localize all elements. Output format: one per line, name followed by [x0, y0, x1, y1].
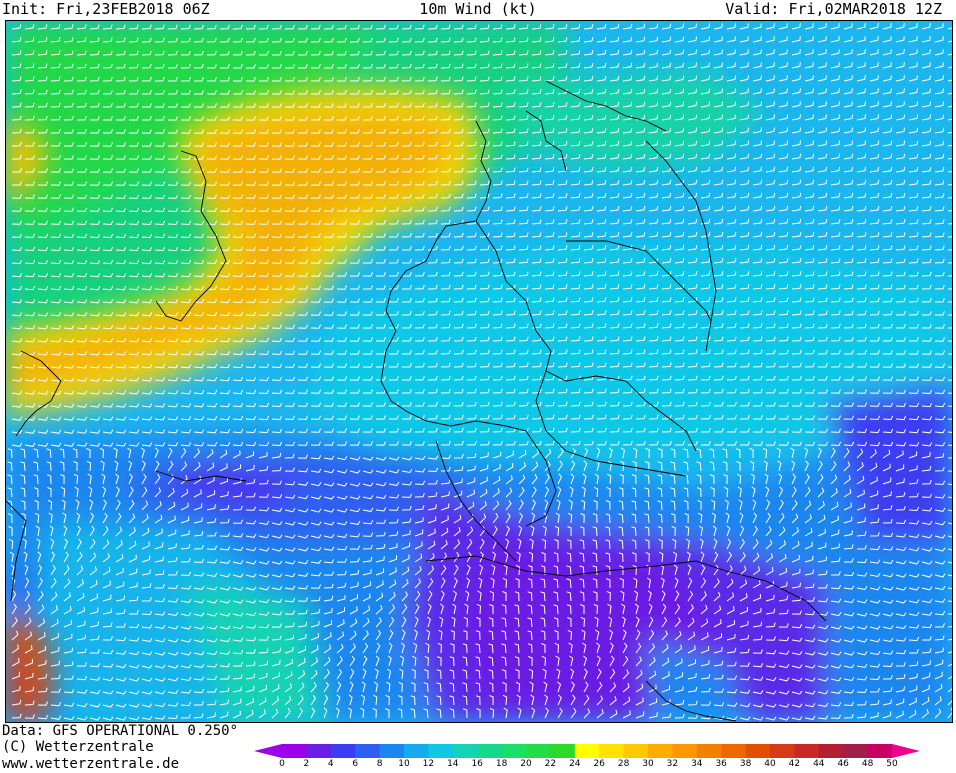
legend-tick-label: 28 — [617, 759, 630, 769]
valid-time-label: Valid: Fri,02MAR2018 12Z — [725, 0, 942, 18]
header-bar: Init: Fri,23FEB2018 06Z 10m Wind (kt) Va… — [0, 0, 956, 19]
legend-swatch — [648, 744, 673, 758]
legend-left-arrow — [254, 744, 282, 758]
legend-tick-label: 26 — [593, 759, 605, 769]
legend-tick-label: 24 — [569, 759, 581, 769]
legend-tick-label: 18 — [495, 759, 508, 769]
legend-swatch — [623, 744, 649, 758]
legend-swatch — [501, 744, 527, 758]
legend-swatch — [379, 744, 405, 758]
legend-swatch — [526, 744, 551, 758]
legend-tick-label: 44 — [813, 759, 825, 769]
legend-swatch — [306, 744, 332, 758]
legend-tick-label: 46 — [837, 759, 849, 769]
legend-tick-label: 2 — [303, 759, 310, 769]
legend-right-arrow — [892, 744, 920, 758]
legend-tick-label: 36 — [715, 759, 727, 769]
legend-tick-label: 42 — [788, 759, 801, 769]
legend-tick-label: 4 — [327, 759, 334, 769]
legend-tick-label: 12 — [422, 759, 435, 769]
legend-tick-label: 34 — [691, 759, 703, 769]
legend-swatch — [745, 744, 771, 758]
legend-swatch — [477, 744, 503, 758]
legend-tick-label: 48 — [861, 759, 874, 769]
copyright-label: (C) Wetterzentrale — [2, 739, 154, 755]
legend-swatch — [550, 744, 576, 758]
legend-swatch — [428, 744, 454, 758]
legend-swatch — [574, 744, 600, 758]
legend-swatch — [599, 744, 625, 758]
color-legend-bar — [254, 744, 920, 758]
legend-swatch — [818, 744, 844, 758]
wind-map — [5, 20, 953, 723]
legend-tick-label: 0 — [279, 759, 285, 769]
legend-tick-label: 50 — [886, 759, 898, 769]
legend-swatch — [696, 744, 722, 758]
legend-swatch — [672, 744, 698, 758]
legend-swatch — [404, 744, 429, 758]
legend-swatch — [794, 744, 820, 758]
legend-tick-label: 14 — [447, 759, 459, 769]
legend-tick-label: 10 — [398, 759, 410, 769]
legend-swatch — [330, 744, 356, 758]
legend-swatch — [867, 744, 893, 758]
legend-tick-label: 16 — [471, 759, 483, 769]
legend-swatch — [452, 744, 478, 758]
legend-tick-label: 32 — [666, 759, 679, 769]
wind-map-svg — [6, 21, 952, 722]
legend-tick-label: 8 — [376, 759, 383, 769]
legend-swatch — [721, 744, 747, 758]
legend-tick-label: 30 — [642, 759, 654, 769]
legend-swatch — [843, 744, 869, 758]
legend-swatch — [355, 744, 381, 758]
legend-tick-label: 6 — [352, 759, 359, 769]
legend-swatch — [282, 744, 307, 758]
legend-tick-label: 22 — [544, 759, 557, 769]
legend-swatch — [770, 744, 795, 758]
legend-tick-label: 40 — [764, 759, 776, 769]
data-source-label: Data: GFS OPERATIONAL 0.250° — [2, 723, 239, 739]
website-link[interactable]: www.wetterzentrale.de — [2, 756, 179, 773]
legend-tick-label: 38 — [739, 759, 752, 769]
legend-tick-label: 20 — [520, 759, 532, 769]
